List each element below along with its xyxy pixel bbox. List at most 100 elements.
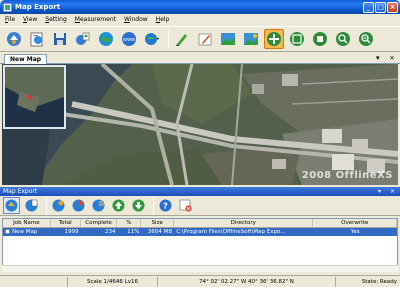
panel-toolbar-separator bbox=[46, 196, 47, 215]
edit-task-button[interactable] bbox=[23, 197, 40, 214]
zoom-window-icon bbox=[313, 32, 327, 46]
status-empty bbox=[0, 276, 68, 287]
minimize-button[interactable]: _ bbox=[363, 1, 374, 13]
export-icon bbox=[76, 32, 90, 45]
start-icon bbox=[52, 199, 65, 212]
table-row[interactable]: New Map 1999 234 11% 3604 MB C:\Program … bbox=[3, 228, 397, 236]
move-down-icon bbox=[132, 199, 145, 212]
menu-window[interactable]: Window bbox=[124, 16, 148, 23]
help-button[interactable]: ? bbox=[157, 197, 174, 214]
pause-icon bbox=[72, 199, 85, 212]
maximize-button[interactable]: □ bbox=[375, 1, 386, 13]
zoom-out-button[interactable] bbox=[356, 29, 376, 49]
delete-icon bbox=[179, 199, 192, 212]
zoom-window-button[interactable] bbox=[310, 29, 330, 49]
pan-button[interactable] bbox=[264, 29, 284, 49]
menu-help[interactable]: Help bbox=[156, 16, 170, 23]
stop-icon bbox=[92, 199, 105, 212]
tab-new-map[interactable]: New Map bbox=[4, 54, 48, 64]
table-horizontal-scrollbar[interactable] bbox=[2, 265, 398, 272]
tab-list-arrow[interactable]: ▾ bbox=[376, 54, 380, 63]
row-size: 3604 MB bbox=[147, 229, 173, 235]
close-button[interactable]: × bbox=[387, 1, 398, 13]
svg-text:www: www bbox=[123, 37, 135, 43]
move-down-button[interactable] bbox=[130, 197, 147, 214]
zoom-fit-icon bbox=[290, 32, 304, 46]
row-directory: C:\Program Files\OfflineSoft\Map Expo... bbox=[176, 229, 286, 235]
column-header-overwrite[interactable]: Overwrite bbox=[313, 219, 397, 227]
export-button[interactable] bbox=[73, 29, 93, 49]
globe-button[interactable] bbox=[96, 29, 116, 49]
stop-button[interactable] bbox=[90, 197, 107, 214]
help-icon: ? bbox=[159, 199, 172, 212]
zoom-in-button[interactable] bbox=[333, 29, 353, 49]
map-view[interactable]: 2008 OfflineXS bbox=[2, 64, 398, 185]
add-task-icon bbox=[5, 199, 18, 212]
column-header-size[interactable]: Size bbox=[141, 219, 175, 227]
delete-button[interactable] bbox=[177, 197, 194, 214]
www-button[interactable]: www bbox=[119, 29, 139, 49]
save-button[interactable] bbox=[50, 29, 70, 49]
export-panel-title-text: Map Export bbox=[3, 188, 38, 195]
panel-close-button[interactable]: × bbox=[390, 187, 395, 196]
zoom-fit-button[interactable] bbox=[287, 29, 307, 49]
menu-bar: File View Setting Measurement Window Hel… bbox=[0, 14, 400, 25]
document-tabs: New Map ▾ × bbox=[0, 53, 400, 64]
title-bar[interactable]: Map Export _ □ × bbox=[0, 0, 400, 14]
column-header-complete[interactable]: Complete bbox=[81, 219, 118, 227]
status-coordinates: 74° 02' 02.27" W 40° 36' 36.82" N bbox=[158, 276, 336, 287]
status-state: State: Ready bbox=[361, 278, 397, 285]
export-toolbar: ? bbox=[0, 196, 400, 216]
image-export-button[interactable] bbox=[241, 29, 261, 49]
draw-button[interactable] bbox=[172, 29, 192, 49]
globe-icon bbox=[99, 32, 113, 46]
minimap-viewport-marker bbox=[27, 95, 32, 99]
export-jobs-table: Job Name Total Complete % Size Directory… bbox=[2, 218, 398, 266]
add-task-button[interactable] bbox=[3, 197, 20, 214]
image-icon bbox=[221, 33, 235, 45]
table-header: Job Name Total Complete % Size Directory… bbox=[3, 219, 397, 228]
export-panel-title: Map Export ▾ × bbox=[0, 187, 400, 196]
column-header-directory[interactable]: Directory bbox=[174, 219, 314, 227]
move-up-icon bbox=[112, 199, 125, 212]
image-button[interactable] bbox=[218, 29, 238, 49]
tab-close-button[interactable]: × bbox=[389, 54, 395, 63]
row-job-name: New Map bbox=[3, 228, 51, 236]
zoom-out-icon bbox=[359, 32, 373, 46]
minimap-imagery bbox=[5, 67, 64, 127]
open-icon bbox=[30, 32, 43, 47]
menu-file[interactable]: File bbox=[5, 16, 15, 23]
status-scale: Scale 1/4646 Lv16 bbox=[68, 276, 158, 287]
job-checkbox-icon bbox=[5, 229, 10, 234]
panel-toolbar-separator-2 bbox=[153, 196, 154, 215]
connect-button[interactable] bbox=[4, 29, 24, 49]
column-header-total[interactable]: Total bbox=[51, 219, 81, 227]
pause-button[interactable] bbox=[70, 197, 87, 214]
svg-text:?: ? bbox=[163, 202, 168, 211]
menu-setting[interactable]: Setting bbox=[45, 16, 67, 23]
menu-view[interactable]: View bbox=[23, 16, 37, 23]
column-header-job-name[interactable]: Job Name bbox=[3, 219, 51, 227]
open-button[interactable] bbox=[27, 29, 47, 49]
row-percent: 11% bbox=[127, 229, 140, 235]
map-type-button[interactable] bbox=[142, 29, 162, 49]
app-icon bbox=[3, 2, 12, 12]
pan-icon bbox=[267, 32, 281, 46]
map-watermark: 2008 OfflineXS bbox=[301, 170, 393, 181]
save-icon bbox=[54, 33, 66, 45]
connect-icon bbox=[7, 32, 21, 46]
start-button[interactable] bbox=[50, 197, 67, 214]
image-export-icon bbox=[244, 33, 258, 45]
menu-measurement[interactable]: Measurement bbox=[75, 16, 116, 23]
panel-pin-button[interactable]: ▾ bbox=[378, 187, 381, 196]
pencil-button[interactable] bbox=[195, 29, 215, 49]
edit-task-icon bbox=[25, 199, 38, 212]
draw-icon bbox=[176, 34, 187, 46]
overview-minimap[interactable] bbox=[3, 65, 66, 129]
zoom-in-icon bbox=[336, 32, 350, 46]
www-icon: www bbox=[122, 32, 136, 46]
column-header-percent[interactable]: % bbox=[117, 219, 142, 227]
move-up-button[interactable] bbox=[110, 197, 127, 214]
toolbar-separator bbox=[168, 30, 169, 48]
main-toolbar: www bbox=[0, 26, 400, 52]
